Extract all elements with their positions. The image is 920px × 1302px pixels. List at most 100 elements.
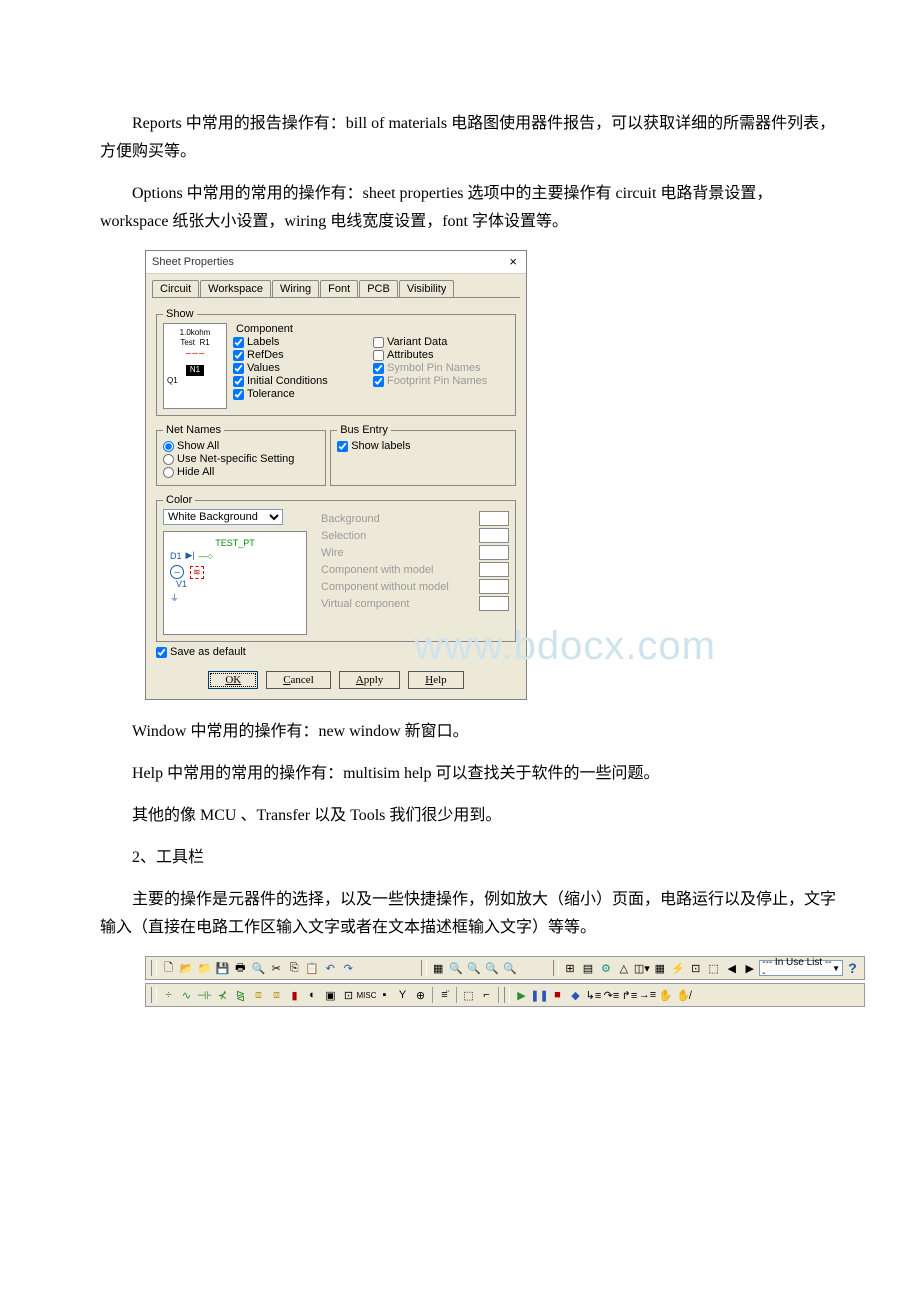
zoom-area-icon[interactable]: 🔍 [484, 960, 501, 977]
color-scheme-select[interactable]: White Background [163, 509, 283, 525]
analog-icon[interactable]: ⧎ [232, 987, 249, 1004]
step-to-icon[interactable]: →≡ [639, 987, 656, 1004]
electromech-icon[interactable]: ⊕ [412, 987, 429, 1004]
swatch-virtual[interactable] [479, 596, 509, 611]
zoom-full-icon[interactable]: 🔍 [502, 960, 519, 977]
tab-strip: Circuit Workspace Wiring Font PCB Visibi… [146, 274, 526, 297]
transistor-icon[interactable]: ⊀ [214, 987, 231, 1004]
tab-font[interactable]: Font [320, 280, 358, 297]
zoom-fit-icon[interactable]: ▦ [430, 960, 447, 977]
forward-annotate-icon[interactable]: ▶ [741, 960, 758, 977]
swatch-comp-nomodel[interactable] [479, 579, 509, 594]
radio-show-all[interactable]: Show All [163, 440, 319, 452]
swatch-background[interactable] [479, 511, 509, 526]
chk-labels[interactable]: Labels [233, 336, 369, 348]
swatch-selection[interactable] [479, 528, 509, 543]
indicator-icon[interactable]: ▣ [322, 987, 339, 1004]
power-icon[interactable]: ⊡ [340, 987, 357, 1004]
close-icon[interactable]: × [506, 251, 520, 273]
print-icon[interactable]: 🖶 [232, 960, 249, 977]
zoom-in-icon[interactable]: 🔍 [448, 960, 465, 977]
ttl-icon[interactable]: ⧈ [250, 987, 267, 1004]
radio-net-specific[interactable]: Use Net-specific Setting [163, 453, 319, 465]
breakpoint-remove-icon[interactable]: ✋̸ [675, 987, 692, 1004]
mixed-icon[interactable]: ◐ [304, 987, 321, 1004]
tab-circuit[interactable]: Circuit [152, 280, 199, 297]
zoom-out-icon[interactable]: 🔍 [466, 960, 483, 977]
run-icon[interactable]: ▶ [513, 987, 530, 1004]
postprocessor-icon[interactable]: ⚡ [669, 960, 686, 977]
redo-icon[interactable]: ↷ [340, 960, 357, 977]
breakpoint-toggle-icon[interactable]: ✋ [657, 987, 674, 1004]
grip-icon[interactable] [553, 960, 559, 976]
design-toolbox-icon[interactable]: ⊞ [562, 960, 579, 977]
spreadsheet-icon[interactable]: ▤ [579, 960, 596, 977]
bus-icon[interactable]: ≡̈ [436, 987, 453, 1004]
diode-icon[interactable]: ⊣⊦ [196, 987, 213, 1004]
chk-refdes[interactable]: RefDes [233, 349, 369, 361]
new-icon[interactable]: 🗋 [160, 960, 177, 977]
erc-icon[interactable]: ⊡ [687, 960, 704, 977]
undo-icon[interactable]: ↶ [322, 960, 339, 977]
hierarchy-icon[interactable]: ⬚ [460, 987, 477, 1004]
cut-icon[interactable]: ✂ [268, 960, 285, 977]
ok-button[interactable]: OK [208, 671, 258, 689]
swatch-wire[interactable] [479, 545, 509, 560]
step-into-icon[interactable]: ↳≡ [585, 987, 602, 1004]
hb-icon[interactable]: ⌐ [478, 987, 495, 1004]
step-over-icon[interactable]: ↷≡ [603, 987, 620, 1004]
create-component-icon[interactable]: △ [615, 960, 632, 977]
basic-icon[interactable]: ∿ [178, 987, 195, 1004]
open-sample-icon[interactable]: 📁 [196, 960, 213, 977]
stop-icon[interactable]: ■ [549, 987, 566, 1004]
save-icon[interactable]: 💾 [214, 960, 231, 977]
radio-hide-all[interactable]: Hide All [163, 466, 319, 478]
toolbar-screenshot: 🗋 📂 📁 💾 🖶 🔍 ✂ ⎘ 📋 ↶ ↷ ▦ 🔍 🔍 🔍 🔍 ⊞ ▤ ⚙ △ … [145, 956, 865, 1007]
thumb-q1: Q1 [167, 376, 178, 385]
bus-entry-group: Bus Entry Show labels [330, 424, 516, 486]
tab-pcb[interactable]: PCB [359, 280, 398, 297]
misc-digital-icon[interactable]: ▮ [286, 987, 303, 1004]
chk-tolerance[interactable]: Tolerance [233, 388, 369, 400]
chk-save-default[interactable]: Save as default [156, 646, 516, 658]
cmos-icon[interactable]: ⧈ [268, 987, 285, 1004]
apply-button[interactable]: Apply [339, 671, 401, 689]
chk-bus-show-labels[interactable]: Show labels [337, 440, 509, 452]
help-button[interactable]: Help [408, 671, 463, 689]
tab-visibility[interactable]: Visibility [399, 280, 455, 297]
grip-icon[interactable] [151, 987, 157, 1003]
thumb-test: Test [180, 338, 195, 347]
back-annotate-icon[interactable]: ◀ [723, 960, 740, 977]
print-preview-icon[interactable]: 🔍 [250, 960, 267, 977]
chk-symbol-pin-names[interactable]: Symbol Pin Names [373, 362, 509, 374]
database-manager-icon[interactable]: ⚙ [597, 960, 614, 977]
tab-wiring[interactable]: Wiring [272, 280, 319, 297]
open-icon[interactable]: 📂 [178, 960, 195, 977]
grip-icon[interactable] [504, 987, 510, 1003]
pause-at-next-icon[interactable]: ◆ [567, 987, 584, 1004]
chk-attributes[interactable]: Attributes [373, 349, 509, 361]
chk-variant-data[interactable]: Variant Data [373, 336, 509, 348]
grapher-icon[interactable]: ◫▾ [633, 960, 650, 977]
help-icon[interactable]: ? [844, 960, 861, 977]
misc-icon[interactable]: MISC [358, 987, 375, 1004]
pause-icon[interactable]: ❚❚ [531, 987, 548, 1004]
show-group: Show 1.0kohm Test R1 ∼∼∼ N1 Q1 Com [156, 308, 516, 416]
analysis-icon[interactable]: ▦ [651, 960, 668, 977]
chk-values[interactable]: Values [233, 362, 369, 374]
advanced-icon[interactable]: ▪ [376, 987, 393, 1004]
capture-area-icon[interactable]: ⬚ [705, 960, 722, 977]
swatch-comp-model[interactable] [479, 562, 509, 577]
grip-icon[interactable] [421, 960, 427, 976]
source-icon[interactable]: ÷ [160, 987, 177, 1004]
copy-icon[interactable]: ⎘ [286, 960, 303, 977]
chk-footprint-pin-names[interactable]: Footprint Pin Names [373, 375, 509, 387]
chk-initial-conditions[interactable]: Initial Conditions [233, 375, 369, 387]
tab-workspace[interactable]: Workspace [200, 280, 271, 297]
cancel-button[interactable]: Cancel [266, 671, 331, 689]
rf-icon[interactable]: Y [394, 987, 411, 1004]
in-use-list-select[interactable]: --- In Use List ---▼ [759, 960, 843, 976]
paste-icon[interactable]: 📋 [304, 960, 321, 977]
grip-icon[interactable] [151, 960, 157, 976]
step-out-icon[interactable]: ↱≡ [621, 987, 638, 1004]
